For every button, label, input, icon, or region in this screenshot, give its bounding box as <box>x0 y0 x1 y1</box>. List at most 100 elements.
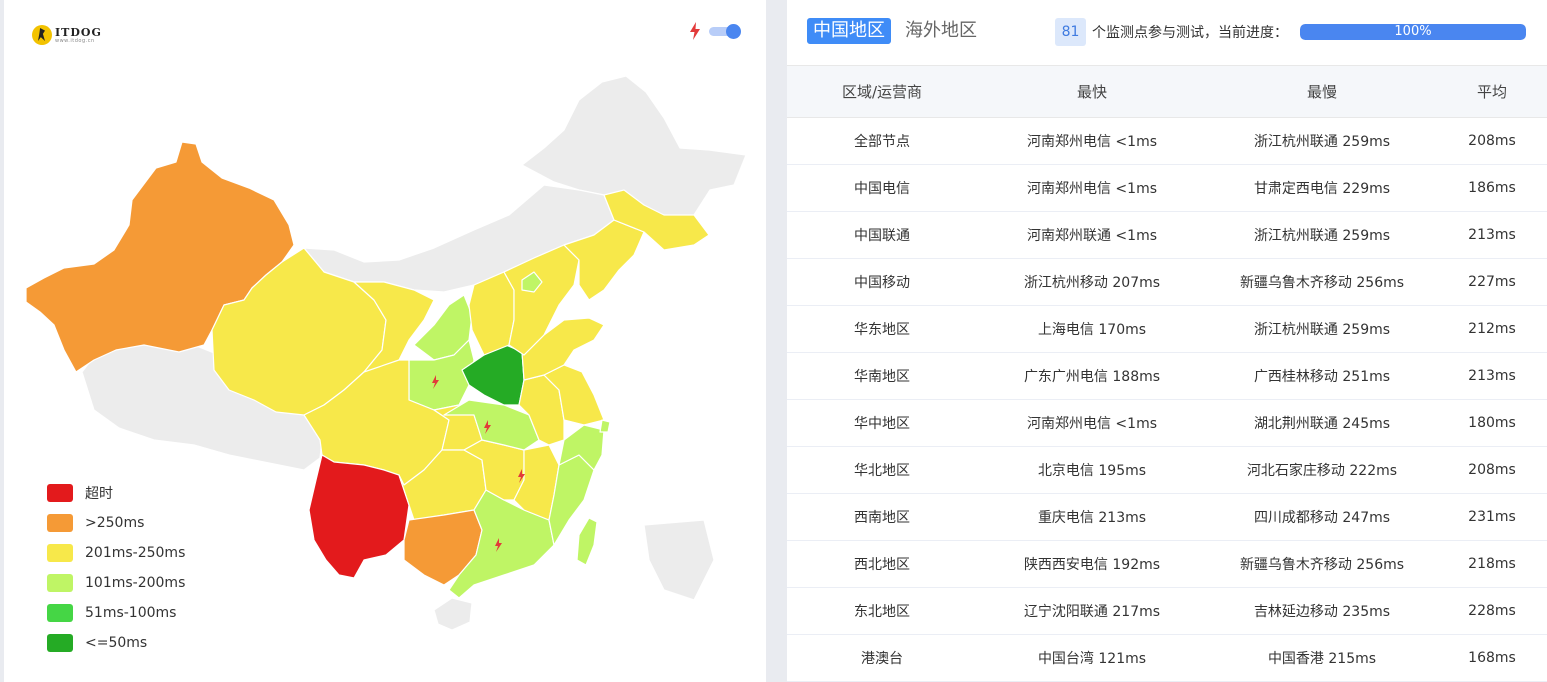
cell-average: 186ms <box>1437 164 1547 212</box>
cell-fastest: 辽宁沈阳联通 217ms <box>977 587 1207 635</box>
cell-average: 227ms <box>1437 258 1547 306</box>
table-row: 西北地区 陕西西安电信 192ms 新疆乌鲁木齐移动 256ms 218ms <box>787 540 1547 588</box>
progress-area: 81 个监测点参与测试，当前进度： 100% <box>1055 18 1526 46</box>
legend-label: 超时 <box>85 486 113 502</box>
latency-legend: 超时 >250ms 201ms-250ms 101ms-200ms 51ms-100ms… <box>47 478 185 658</box>
cell-slowest: 四川成都移动 247ms <box>1207 493 1437 541</box>
cell-fastest: 广东广州电信 188ms <box>977 352 1207 400</box>
cell-slowest: 浙江杭州联通 259ms <box>1207 211 1437 259</box>
map-region-yunnan <box>308 454 410 579</box>
cell-fastest: 陕西西安电信 192ms <box>977 540 1207 588</box>
table-row: 东北地区 辽宁沈阳联通 217ms 吉林延边移动 235ms 228ms <box>787 587 1547 635</box>
progress-label: 个监测点参与测试，当前进度： <box>1092 25 1288 41</box>
header-average: 平均 <box>1437 65 1547 118</box>
cell-region: 华北地区 <box>787 446 977 494</box>
cell-fastest: 重庆电信 213ms <box>977 493 1207 541</box>
legend-swatch <box>47 484 73 502</box>
cell-region: 华中地区 <box>787 399 977 447</box>
table-row: 华中地区 河南郑州电信 <1ms 湖北荆州联通 245ms 180ms <box>787 399 1547 447</box>
cell-average: 208ms <box>1437 446 1547 494</box>
table-row: 中国联通 河南郑州联通 <1ms 浙江杭州联通 259ms 213ms <box>787 211 1547 259</box>
tab-china[interactable]: 中国地区 <box>807 18 891 44</box>
header-slowest: 最慢 <box>1207 65 1437 118</box>
cell-average: 213ms <box>1437 211 1547 259</box>
progress-bar: 100% <box>1300 24 1526 40</box>
legend-item: 51ms-100ms <box>47 598 185 628</box>
legend-swatch <box>47 514 73 532</box>
cell-fastest: 河南郑州电信 <1ms <box>977 164 1207 212</box>
cell-average: 228ms <box>1437 587 1547 635</box>
cell-region: 港澳台 <box>787 634 977 682</box>
cell-region: 中国联通 <box>787 211 977 259</box>
cell-slowest: 新疆乌鲁木齐移动 256ms <box>1207 540 1437 588</box>
cell-slowest: 浙江杭州联通 259ms <box>1207 117 1437 165</box>
cell-region: 华南地区 <box>787 352 977 400</box>
cell-fastest: 北京电信 195ms <box>977 446 1207 494</box>
legend-swatch <box>47 634 73 652</box>
cell-slowest: 浙江杭州联通 259ms <box>1207 305 1437 353</box>
table-row: 华东地区 上海电信 170ms 浙江杭州联通 259ms 212ms <box>787 305 1547 353</box>
cell-slowest: 中国香港 215ms <box>1207 634 1437 682</box>
cell-slowest: 湖北荆州联通 245ms <box>1207 399 1437 447</box>
legend-label: 51ms-100ms <box>85 605 177 621</box>
cell-fastest: 上海电信 170ms <box>977 305 1207 353</box>
header-fastest: 最快 <box>977 65 1207 118</box>
legend-item: >250ms <box>47 508 185 538</box>
legend-item: 201ms-250ms <box>47 538 185 568</box>
legend-item: 超时 <box>47 478 185 508</box>
table-row: 全部节点 河南郑州电信 <1ms 浙江杭州联通 259ms 208ms <box>787 117 1547 165</box>
cell-fastest: 河南郑州电信 <1ms <box>977 399 1207 447</box>
legend-label: >250ms <box>85 515 145 531</box>
table-row: 中国移动 浙江杭州移动 207ms 新疆乌鲁木齐移动 256ms 227ms <box>787 258 1547 306</box>
cell-average: 212ms <box>1437 305 1547 353</box>
region-tabs: 中国地区 海外地区 <box>807 18 983 44</box>
cell-fastest: 中国台湾 121ms <box>977 634 1207 682</box>
cell-slowest: 新疆乌鲁木齐移动 256ms <box>1207 258 1437 306</box>
map-panel: ITDOG www.itdog.cn 超时 >250ms 201ms-250ms… <box>4 0 766 682</box>
table-header-row: 区域/运营商 最快 最慢 平均 <box>787 65 1547 118</box>
cell-average: 180ms <box>1437 399 1547 447</box>
legend-label: <=50ms <box>85 635 148 651</box>
cell-average: 168ms <box>1437 634 1547 682</box>
legend-swatch <box>47 574 73 592</box>
cell-average: 213ms <box>1437 352 1547 400</box>
cell-fastest: 浙江杭州移动 207ms <box>977 258 1207 306</box>
legend-item: <=50ms <box>47 628 185 658</box>
map-region-taiwan <box>576 517 598 566</box>
map-region-hainan-nodata <box>433 597 473 631</box>
cell-region: 华东地区 <box>787 305 977 353</box>
progress-percent: 100% <box>1394 24 1432 39</box>
cell-fastest: 河南郑州联通 <1ms <box>977 211 1207 259</box>
table-row: 中国电信 河南郑州电信 <1ms 甘肃定西电信 229ms 186ms <box>787 164 1547 212</box>
legend-item: 101ms-200ms <box>47 568 185 598</box>
tab-overseas[interactable]: 海外地区 <box>899 18 983 44</box>
results-table: 区域/运营商 最快 最慢 平均 全部节点 河南郑州电信 <1ms 浙江杭州联通 25… <box>787 65 1547 682</box>
cell-region: 东北地区 <box>787 587 977 635</box>
cell-average: 231ms <box>1437 493 1547 541</box>
cell-slowest: 吉林延边移动 235ms <box>1207 587 1437 635</box>
cell-region: 西北地区 <box>787 540 977 588</box>
map-region-sea-nodata <box>643 519 715 601</box>
legend-label: 201ms-250ms <box>85 545 186 561</box>
map-region-shanxi <box>468 271 515 356</box>
legend-swatch <box>47 604 73 622</box>
table-row: 华北地区 北京电信 195ms 河北石家庄移动 222ms 208ms <box>787 446 1547 494</box>
results-panel: 中国地区 海外地区 81 个监测点参与测试，当前进度： 100% 区域/运营商 … <box>787 0 1547 682</box>
cell-slowest: 广西桂林移动 251ms <box>1207 352 1437 400</box>
cell-region: 全部节点 <box>787 117 977 165</box>
table-row: 港澳台 中国台湾 121ms 中国香港 215ms 168ms <box>787 634 1547 682</box>
cell-slowest: 河北石家庄移动 222ms <box>1207 446 1437 494</box>
cell-fastest: 河南郑州电信 <1ms <box>977 117 1207 165</box>
map-region-shanghai <box>599 419 611 433</box>
cell-slowest: 甘肃定西电信 229ms <box>1207 164 1437 212</box>
cell-average: 218ms <box>1437 540 1547 588</box>
table-row: 西南地区 重庆电信 213ms 四川成都移动 247ms 231ms <box>787 493 1547 541</box>
cell-region: 中国电信 <box>787 164 977 212</box>
legend-swatch <box>47 544 73 562</box>
cell-region: 中国移动 <box>787 258 977 306</box>
header-region: 区域/运营商 <box>787 65 977 118</box>
cell-average: 208ms <box>1437 117 1547 165</box>
probe-count-badge: 81 <box>1055 18 1086 46</box>
cell-region: 西南地区 <box>787 493 977 541</box>
legend-label: 101ms-200ms <box>85 575 186 591</box>
